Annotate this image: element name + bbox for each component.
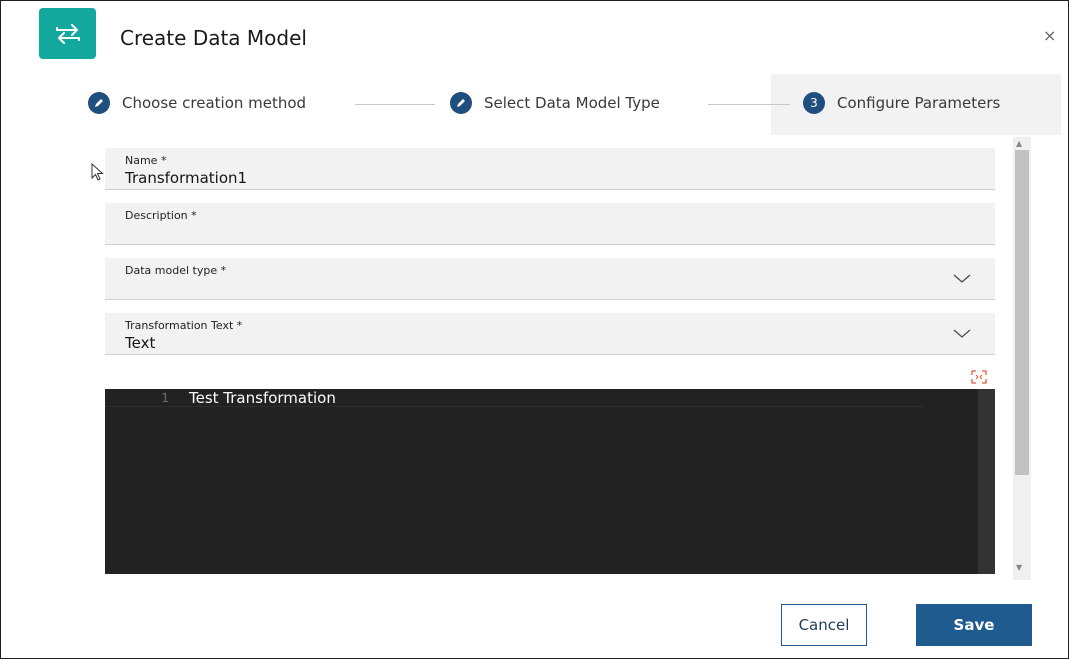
- transform-arrows-icon: [39, 8, 96, 59]
- step-label: Choose creation method: [122, 94, 307, 112]
- name-field[interactable]: Name * Transformation1: [105, 148, 995, 190]
- cancel-button[interactable]: Cancel: [781, 604, 867, 646]
- step-label: Select Data Model Type: [484, 94, 660, 112]
- code-line: Test Transformation: [189, 389, 336, 407]
- transformation-text-select[interactable]: Transformation Text * Text: [105, 313, 995, 355]
- save-button[interactable]: Save: [916, 604, 1032, 646]
- data-model-type-select[interactable]: Data model type *: [105, 258, 995, 300]
- line-number: 1: [161, 391, 169, 405]
- code-editor[interactable]: 1 Test Transformation: [105, 389, 995, 574]
- pencil-icon: [450, 92, 472, 114]
- step-label: Configure Parameters: [837, 94, 1001, 112]
- description-field[interactable]: Description *: [105, 203, 995, 245]
- editor-scrollbar[interactable]: [978, 389, 995, 574]
- close-icon[interactable]: ×: [1043, 26, 1056, 45]
- transformation-text-value: Text: [125, 334, 156, 352]
- chevron-down-icon: [953, 274, 971, 283]
- pencil-icon: [88, 92, 110, 114]
- dialog-title: Create Data Model: [120, 26, 307, 50]
- scroll-down-icon[interactable]: ▼: [1016, 563, 1022, 572]
- step-configure-parameters[interactable]: 3 Configure Parameters: [803, 92, 1000, 114]
- scroll-up-icon[interactable]: ▲: [1016, 139, 1022, 148]
- chevron-down-icon: [953, 329, 971, 338]
- line-highlight: [105, 406, 925, 407]
- name-label: Name *: [125, 154, 167, 167]
- mouse-cursor-icon: [91, 163, 104, 181]
- step-connector: [708, 104, 790, 105]
- description-label: Description *: [125, 209, 197, 222]
- step-select-data-model-type[interactable]: Select Data Model Type: [450, 92, 660, 114]
- step-number-badge: 3: [803, 92, 825, 114]
- data-model-type-label: Data model type *: [125, 264, 227, 277]
- expand-icon[interactable]: [971, 370, 987, 384]
- name-value: Transformation1: [125, 169, 248, 187]
- step-connector: [355, 104, 435, 105]
- transformation-text-label: Transformation Text *: [125, 319, 243, 332]
- form-scrollbar-thumb[interactable]: [1015, 150, 1029, 475]
- step-choose-creation-method[interactable]: Choose creation method: [88, 92, 306, 114]
